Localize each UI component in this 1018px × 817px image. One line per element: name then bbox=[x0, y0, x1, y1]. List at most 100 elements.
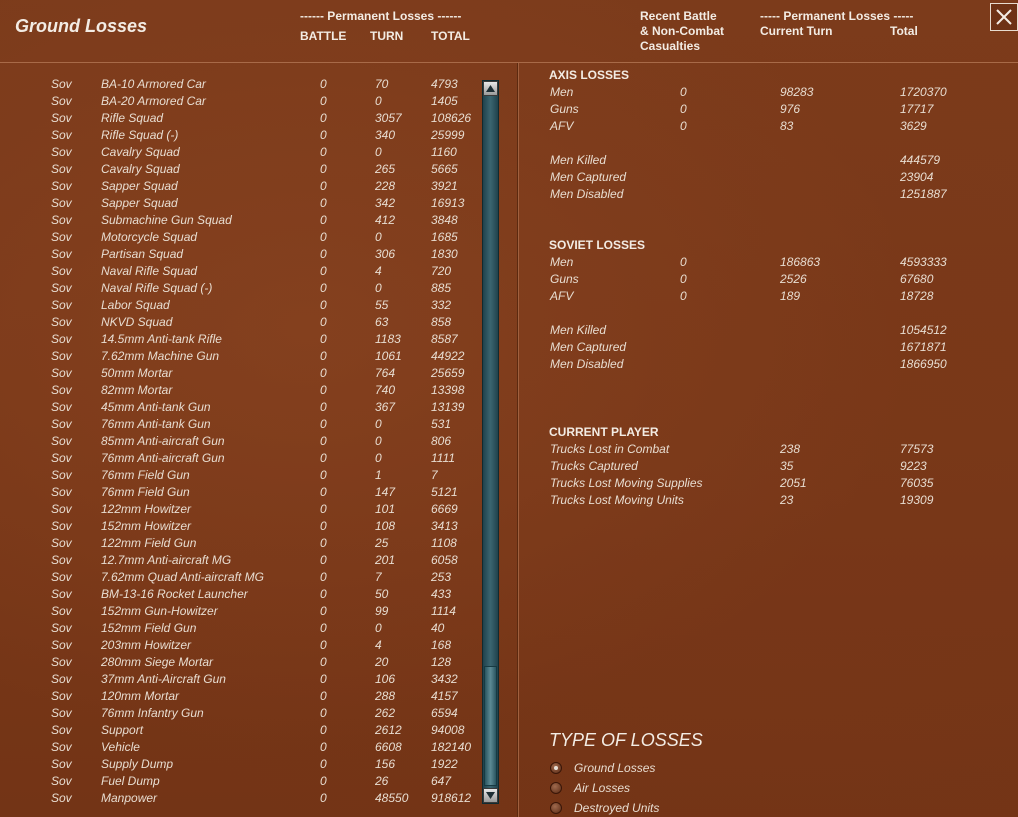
unit-row[interactable]: Sov Labor Squad 0 55 332 bbox=[0, 297, 480, 314]
unit-row[interactable]: Sov Rifle Squad (-) 0 340 25999 bbox=[0, 127, 480, 144]
unit-row[interactable]: Sov Rifle Squad 0 3057 108626 bbox=[0, 110, 480, 127]
unit-turn-losses: 3057 bbox=[375, 111, 402, 125]
unit-side: Sov bbox=[51, 230, 72, 244]
unit-row[interactable]: Sov 37mm Anti-Aircraft Gun 0 106 3432 bbox=[0, 671, 480, 688]
unit-side: Sov bbox=[51, 791, 72, 805]
unit-row[interactable]: Sov Partisan Squad 0 306 1830 bbox=[0, 246, 480, 263]
unit-row[interactable]: Sov 12.7mm Anti-aircraft MG 0 201 6058 bbox=[0, 552, 480, 569]
close-button[interactable] bbox=[990, 3, 1018, 31]
radio-air-losses[interactable]: Air Losses bbox=[550, 779, 630, 797]
unit-row[interactable]: Sov 7.62mm Quad Anti-aircraft MG 0 7 253 bbox=[0, 569, 480, 586]
unit-turn-losses: 1183 bbox=[375, 332, 401, 346]
unit-row[interactable]: Sov 120mm Mortar 0 288 4157 bbox=[0, 688, 480, 705]
unit-row[interactable]: Sov Naval Rifle Squad 0 4 720 bbox=[0, 263, 480, 280]
unit-row[interactable]: Sov Manpower 0 48550 918612 bbox=[0, 790, 480, 807]
unit-row[interactable]: Sov Sapper Squad 0 228 3921 bbox=[0, 178, 480, 195]
unit-row[interactable]: Sov Motorcycle Squad 0 0 1685 bbox=[0, 229, 480, 246]
unit-side: Sov bbox=[51, 332, 72, 346]
scroll-up-button[interactable] bbox=[483, 81, 498, 96]
unit-turn-losses: 70 bbox=[375, 77, 389, 91]
unit-row[interactable]: Sov 152mm Gun-Howitzer 0 99 1114 bbox=[0, 603, 480, 620]
unit-row[interactable]: Sov 122mm Field Gun 0 25 1108 bbox=[0, 535, 480, 552]
unit-battle-losses: 0 bbox=[320, 213, 327, 227]
unit-side: Sov bbox=[51, 281, 72, 295]
unit-list-scrollbar[interactable] bbox=[482, 80, 499, 804]
unit-row[interactable]: Sov Sapper Squad 0 342 16913 bbox=[0, 195, 480, 212]
radio-button-icon[interactable] bbox=[550, 782, 562, 794]
unit-turn-losses: 4 bbox=[375, 638, 382, 652]
unit-battle-losses: 0 bbox=[320, 383, 327, 397]
unit-turn-losses: 340 bbox=[375, 128, 396, 142]
unit-row[interactable]: Sov Cavalry Squad 0 265 5665 bbox=[0, 161, 480, 178]
unit-side: Sov bbox=[51, 468, 72, 482]
unit-side: Sov bbox=[51, 485, 72, 499]
unit-row[interactable]: Sov BA-20 Armored Car 0 0 1405 bbox=[0, 93, 480, 110]
unit-battle-losses: 0 bbox=[320, 247, 327, 261]
soviet-stat-total-value: 18728 bbox=[900, 289, 934, 303]
unit-turn-losses: 26 bbox=[375, 774, 389, 788]
unit-row[interactable]: Sov Naval Rifle Squad (-) 0 0 885 bbox=[0, 280, 480, 297]
unit-row[interactable]: Sov 85mm Anti-aircraft Gun 0 0 806 bbox=[0, 433, 480, 450]
unit-total-losses: 13139 bbox=[431, 400, 465, 414]
radio-label: Air Losses bbox=[574, 781, 631, 795]
unit-turn-losses: 4 bbox=[375, 264, 382, 278]
unit-total-losses: 168 bbox=[431, 638, 452, 652]
unit-row[interactable]: Sov 152mm Howitzer 0 108 3413 bbox=[0, 518, 480, 535]
unit-name: Fuel Dump bbox=[101, 774, 160, 788]
unit-row[interactable]: Sov 280mm Siege Mortar 0 20 128 bbox=[0, 654, 480, 671]
unit-name: 76mm Anti-tank Gun bbox=[101, 417, 211, 431]
unit-turn-losses: 25 bbox=[375, 536, 389, 550]
unit-name: Cavalry Squad bbox=[101, 162, 180, 176]
unit-row[interactable]: Sov 76mm Anti-tank Gun 0 0 531 bbox=[0, 416, 480, 433]
unit-row[interactable]: Sov NKVD Squad 0 63 858 bbox=[0, 314, 480, 331]
unit-row[interactable]: Sov Fuel Dump 0 26 647 bbox=[0, 773, 480, 790]
unit-battle-losses: 0 bbox=[320, 723, 327, 737]
axis-stat-turn-value: 976 bbox=[780, 102, 801, 116]
unit-row[interactable]: Sov 14.5mm Anti-tank Rifle 0 1183 8587 bbox=[0, 331, 480, 348]
scroll-thumb[interactable] bbox=[484, 666, 497, 786]
radio-button-icon[interactable] bbox=[550, 802, 562, 814]
radio-ground-losses[interactable]: Ground Losses bbox=[550, 759, 655, 777]
radio-destroyed-units[interactable]: Destroyed Units bbox=[550, 799, 659, 817]
unit-name: 7.62mm Machine Gun bbox=[101, 349, 220, 363]
unit-row[interactable]: Sov 203mm Howitzer 0 4 168 bbox=[0, 637, 480, 654]
unit-name: Cavalry Squad bbox=[101, 145, 180, 159]
unit-name: 7.62mm Quad Anti-aircraft MG bbox=[101, 570, 264, 584]
unit-turn-losses: 156 bbox=[375, 757, 396, 771]
unit-row[interactable]: Sov 7.62mm Machine Gun 0 1061 44922 bbox=[0, 348, 480, 365]
unit-row[interactable]: Sov BA-10 Armored Car 0 70 4793 bbox=[0, 76, 480, 93]
player-stat-turn-value: 35 bbox=[780, 459, 794, 473]
unit-row[interactable]: Sov 76mm Infantry Gun 0 262 6594 bbox=[0, 705, 480, 722]
unit-row[interactable]: Sov Supply Dump 0 156 1922 bbox=[0, 756, 480, 773]
unit-row[interactable]: Sov Cavalry Squad 0 0 1160 bbox=[0, 144, 480, 161]
scroll-down-button[interactable] bbox=[483, 788, 498, 803]
unit-row[interactable]: Sov 50mm Mortar 0 764 25659 bbox=[0, 365, 480, 382]
unit-side: Sov bbox=[51, 383, 72, 397]
unit-side: Sov bbox=[51, 434, 72, 448]
unit-side: Sov bbox=[51, 706, 72, 720]
soviet-stat-detail-label: Men Killed bbox=[550, 323, 607, 337]
unit-row[interactable]: Sov 45mm Anti-tank Gun 0 367 13139 bbox=[0, 399, 480, 416]
unit-row[interactable]: Sov 76mm Field Gun 0 1 7 bbox=[0, 467, 480, 484]
player-stat-label: Trucks Captured bbox=[550, 459, 638, 473]
unit-row[interactable]: Sov 82mm Mortar 0 740 13398 bbox=[0, 382, 480, 399]
unit-row[interactable]: Sov 122mm Howitzer 0 101 6669 bbox=[0, 501, 480, 518]
unit-row[interactable]: Sov 152mm Field Gun 0 0 40 bbox=[0, 620, 480, 637]
unit-row[interactable]: Sov BM-13-16 Rocket Launcher 0 50 433 bbox=[0, 586, 480, 603]
unit-name: 76mm Field Gun bbox=[101, 468, 190, 482]
unit-row[interactable]: Sov 76mm Anti-aircraft Gun 0 0 1111 bbox=[0, 450, 480, 467]
unit-battle-losses: 0 bbox=[320, 536, 327, 550]
unit-row[interactable]: Sov 76mm Field Gun 0 147 5121 bbox=[0, 484, 480, 501]
unit-row[interactable]: Sov Submachine Gun Squad 0 412 3848 bbox=[0, 212, 480, 229]
unit-row[interactable]: Sov Vehicle 0 6608 182140 bbox=[0, 739, 480, 756]
unit-side: Sov bbox=[51, 94, 72, 108]
unit-total-losses: 3848 bbox=[431, 213, 458, 227]
soviet-stat-detail-label: Men Disabled bbox=[550, 357, 624, 371]
unit-total-losses: 4157 bbox=[431, 689, 458, 703]
axis-stat-total-value: 1720370 bbox=[900, 85, 947, 99]
unit-name: Supply Dump bbox=[101, 757, 174, 771]
unit-battle-losses: 0 bbox=[320, 315, 327, 329]
unit-turn-losses: 7 bbox=[375, 570, 382, 584]
radio-button-icon[interactable] bbox=[550, 762, 562, 774]
unit-row[interactable]: Sov Support 0 2612 94008 bbox=[0, 722, 480, 739]
